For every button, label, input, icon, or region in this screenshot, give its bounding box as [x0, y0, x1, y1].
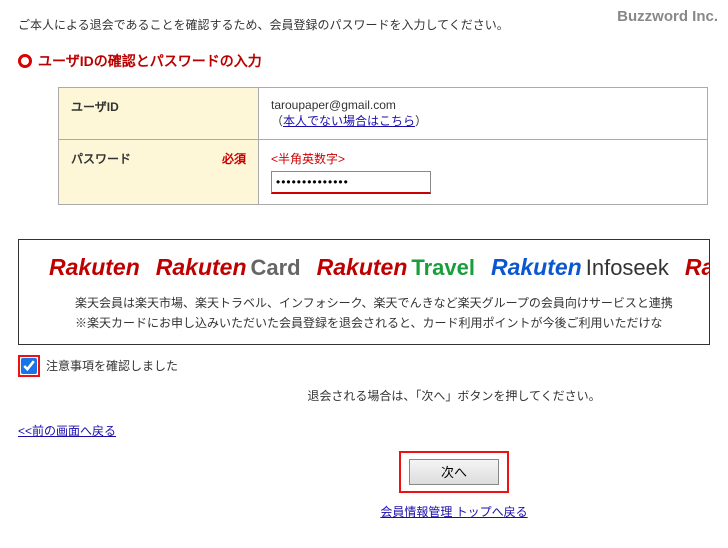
next-button-highlight: 次へ	[399, 451, 509, 493]
userid-value: taroupaper@gmail.com	[271, 98, 396, 112]
password-hint: <半角英数字>	[271, 152, 345, 166]
confirm-row: 注意事項を確認しました	[18, 355, 710, 377]
rakuten-infoseek-logo: RakutenInfoseek	[491, 254, 669, 281]
banner-text: 楽天会員は楽天市場、楽天トラベル、インフォシーク、楽天でんきなど楽天グループの会…	[19, 281, 709, 334]
rakuten-logo: Rakuten	[49, 254, 140, 281]
password-input[interactable]	[271, 171, 431, 194]
password-label-cell: パスワード 必須	[59, 140, 259, 205]
confirm-label[interactable]: 注意事項を確認しました	[46, 357, 178, 374]
logos-row: Rakuten RakutenCard RakutenTravel Rakute…	[19, 254, 709, 281]
not-me-link[interactable]: 本人でない場合はこちら	[283, 114, 415, 128]
rakuten-travel-logo: RakutenTravel	[317, 254, 475, 281]
bullet-icon	[18, 54, 32, 68]
banner-line2: ※楽天カードにお申し込みいただいた会員登録を退会されると、カード利用ポイントが今…	[75, 313, 695, 333]
next-instruction: 退会される場合は、「次へ」ボタンを押してください。	[18, 387, 710, 404]
confirm-checkbox-highlight	[18, 355, 40, 377]
credentials-table: ユーザID taroupaper@gmail.com （本人でない場合はこちら）…	[58, 87, 708, 205]
paren-close: ）	[415, 114, 427, 128]
password-cell: <半角英数字>	[259, 140, 708, 205]
back-link[interactable]: <<前の画面へ戻る	[18, 422, 710, 439]
rakuten-logo-cut: Ra	[685, 254, 710, 281]
footer-top-link[interactable]: 会員情報管理 トップへ戻る	[380, 505, 527, 519]
confirm-checkbox[interactable]	[21, 358, 37, 374]
rakuten-card-logo: RakutenCard	[156, 254, 301, 281]
password-label: パスワード	[71, 152, 131, 166]
userid-cell: taroupaper@gmail.com （本人でない場合はこちら）	[259, 88, 708, 140]
paren-open: （	[271, 114, 283, 128]
intro-text: ご本人による退会であることを確認するため、会員登録のパスワードを入力してください…	[18, 16, 710, 33]
required-badge: 必須	[222, 150, 246, 167]
next-button[interactable]: 次へ	[409, 459, 499, 485]
userid-label: ユーザID	[59, 88, 259, 140]
section-title-text: ユーザIDの確認とパスワードの入力	[38, 51, 262, 71]
banner-line1: 楽天会員は楽天市場、楽天トラベル、インフォシーク、楽天でんきなど楽天グループの会…	[75, 293, 695, 313]
notice-banner: Rakuten RakutenCard RakutenTravel Rakute…	[18, 239, 710, 345]
section-title: ユーザIDの確認とパスワードの入力	[18, 51, 710, 71]
brand-label: Buzzword Inc.	[617, 8, 718, 25]
